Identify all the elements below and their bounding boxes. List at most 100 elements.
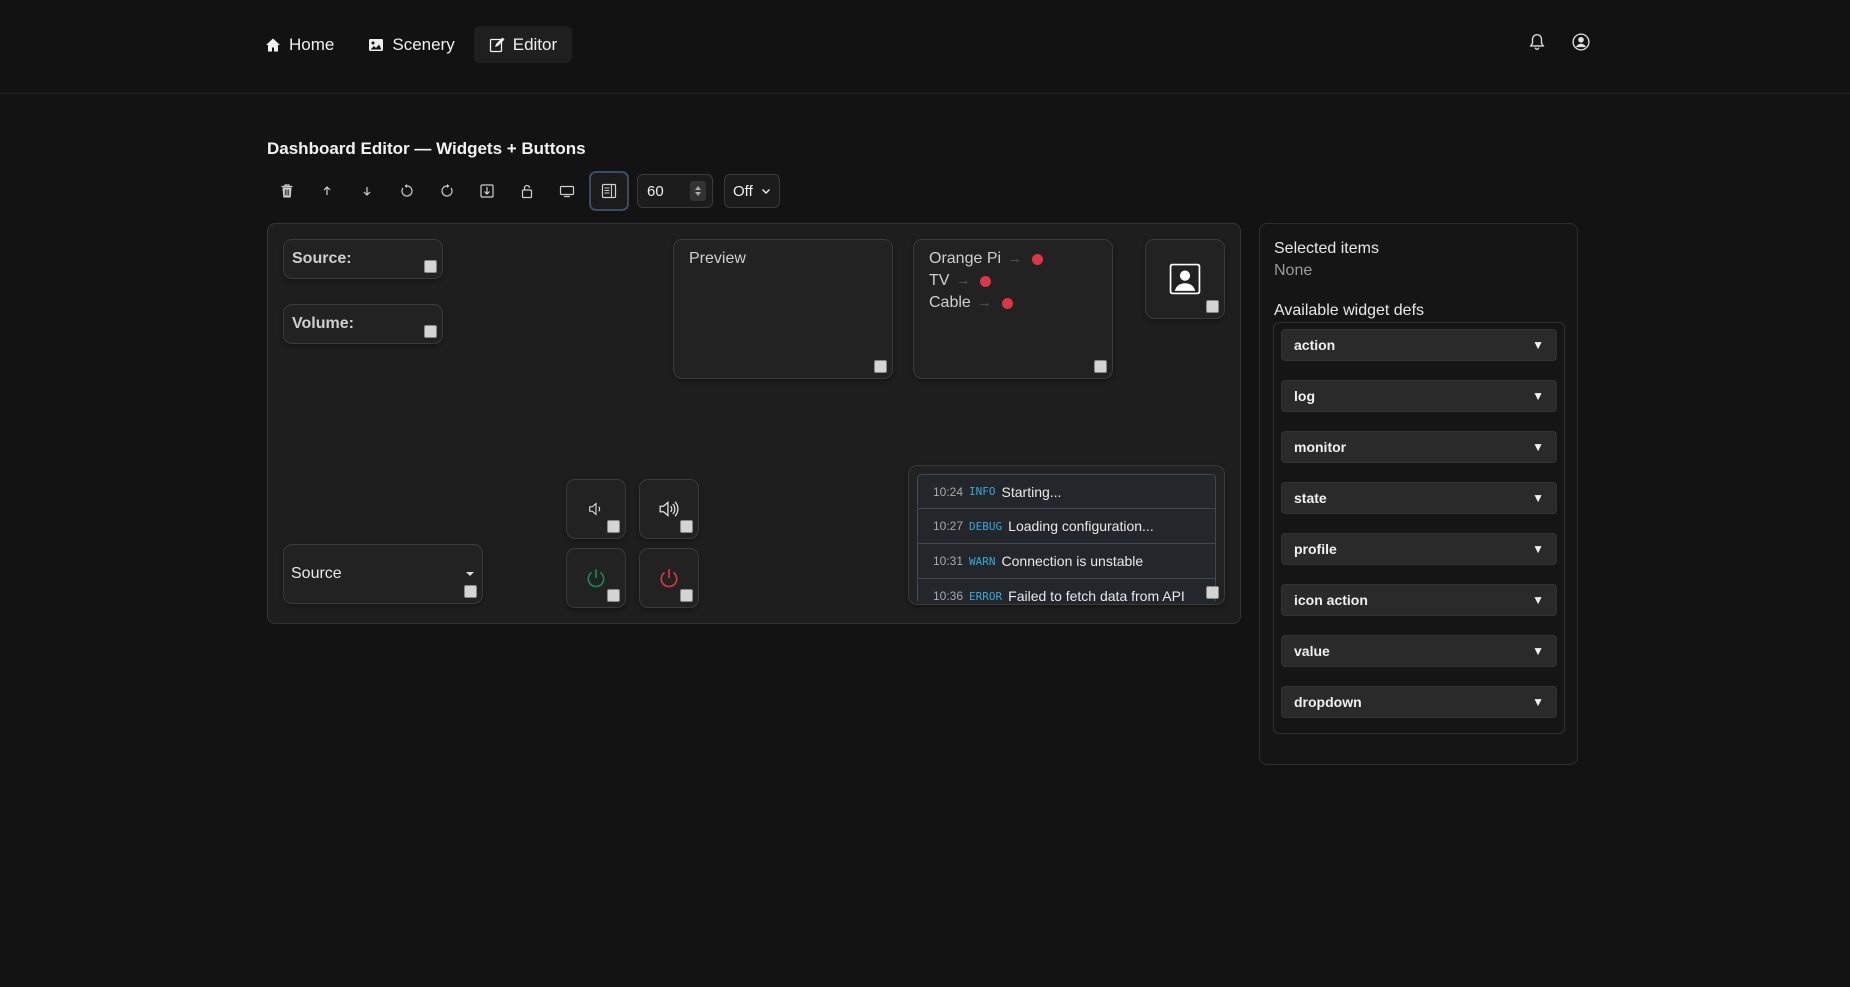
- arrow-right-icon: →: [1007, 250, 1023, 267]
- monitor-widget[interactable]: Orange Pi → TV → Cable →: [913, 239, 1113, 379]
- source-dropdown-widget[interactable]: Source: [283, 544, 483, 604]
- lock-icon: [521, 184, 533, 199]
- triangle-down-icon: ▼: [1532, 491, 1544, 505]
- route-item: Orange Pi →: [929, 248, 1044, 270]
- def-icon-action[interactable]: icon action ▼: [1281, 584, 1557, 616]
- triangle-down-icon: ▼: [1532, 338, 1544, 352]
- preview-title: Preview: [689, 250, 746, 267]
- undo-icon: [401, 184, 413, 197]
- log-entry: 10:27 DEBUG Loading configuration...: [917, 509, 1216, 544]
- resize-handle[interactable]: [607, 589, 620, 602]
- resize-handle[interactable]: [424, 260, 437, 273]
- nav-editor-label: Editor: [512, 34, 558, 54]
- log-message: Connection is unstable: [1001, 553, 1144, 569]
- def-label: action: [1294, 337, 1336, 353]
- def-value[interactable]: value ▼: [1281, 635, 1557, 667]
- volume-up-button[interactable]: [639, 479, 699, 539]
- def-action[interactable]: action ▼: [1281, 329, 1557, 361]
- nav-scenery-label: Scenery: [392, 34, 455, 54]
- def-monitor[interactable]: monitor ▼: [1281, 431, 1557, 463]
- resize-handle[interactable]: [1206, 300, 1219, 313]
- interval-value: 60: [647, 182, 664, 200]
- log-message: Loading configuration...: [1008, 518, 1154, 534]
- log-time: 10:27: [933, 519, 964, 533]
- selected-items-value: None: [1274, 262, 1313, 279]
- resize-handle[interactable]: [874, 360, 887, 373]
- power-on-button[interactable]: [566, 548, 626, 608]
- interval-input[interactable]: 60: [637, 174, 713, 208]
- volume-down-button[interactable]: [566, 479, 626, 539]
- source-label: Source:: [292, 250, 352, 267]
- move-down-button[interactable]: [347, 171, 387, 211]
- profile-widget[interactable]: [1145, 239, 1225, 319]
- save-button[interactable]: [467, 171, 507, 211]
- delete-button[interactable]: [267, 171, 307, 211]
- log-level: ERROR: [969, 589, 1003, 603]
- def-state[interactable]: state ▼: [1281, 482, 1557, 514]
- mode-select[interactable]: Off: [724, 174, 780, 208]
- arrow-right-icon: →: [955, 272, 971, 289]
- resize-handle[interactable]: [680, 520, 693, 533]
- caret-down-icon: [466, 572, 474, 576]
- resize-handle[interactable]: [424, 325, 437, 338]
- widget-defs-list: action ▼ log ▼ monitor ▼ state ▼ profile ▼ ic…: [1273, 322, 1565, 734]
- chevron-down-icon: [762, 189, 770, 194]
- preview-widget[interactable]: Preview: [673, 239, 893, 379]
- lock-button[interactable]: [507, 171, 547, 211]
- top-navbar: Home Scenery Editor: [0, 0, 1850, 94]
- spinner-icon[interactable]: [690, 181, 706, 201]
- image-icon: [369, 38, 384, 51]
- log-time: 10:31: [933, 554, 964, 568]
- resize-handle[interactable]: [464, 585, 477, 598]
- user-circle-icon[interactable]: [1572, 33, 1590, 51]
- arrow-right-icon: →: [976, 294, 992, 311]
- redo-icon: [441, 184, 453, 197]
- log-time: 10:24: [933, 484, 964, 499]
- layout-button[interactable]: [589, 171, 629, 211]
- nav-scenery[interactable]: Scenery: [353, 26, 469, 63]
- volume-widget[interactable]: Volume:: [283, 304, 443, 344]
- source-widget[interactable]: Source:: [283, 239, 443, 279]
- undo-button[interactable]: [387, 171, 427, 211]
- triangle-down-icon: ▼: [1532, 644, 1544, 658]
- def-log[interactable]: log ▼: [1281, 380, 1557, 412]
- triangle-down-icon: ▼: [1532, 440, 1544, 454]
- top-icons: [1528, 33, 1590, 51]
- resize-handle[interactable]: [1206, 586, 1219, 599]
- resize-handle[interactable]: [680, 589, 693, 602]
- status-dot: [1032, 253, 1044, 265]
- bell-icon[interactable]: [1528, 33, 1546, 51]
- editor-toolbar: 60 Off: [267, 171, 780, 211]
- display-button[interactable]: [547, 171, 587, 211]
- resize-handle[interactable]: [607, 520, 620, 533]
- move-up-button[interactable]: [307, 171, 347, 211]
- log-level: DEBUG: [969, 519, 1003, 533]
- log-list[interactable]: 10:24 INFO Starting... 10:27 DEBUG Loadi…: [917, 474, 1216, 604]
- arrow-down-icon: [363, 187, 371, 196]
- status-dot: [1001, 297, 1013, 309]
- nav-home[interactable]: Home: [250, 26, 349, 63]
- nav-home-label: Home: [289, 34, 335, 54]
- def-dropdown[interactable]: dropdown ▼: [1281, 686, 1557, 718]
- route-name: TV: [929, 272, 950, 289]
- log-entry: 10:36 ERROR Failed to fetch data from AP…: [917, 579, 1216, 604]
- log-message: Failed to fetch data from API: [1008, 588, 1185, 604]
- triangle-down-icon: ▼: [1532, 389, 1544, 403]
- source-dropdown[interactable]: Source: [291, 565, 342, 583]
- nav-editor[interactable]: Editor: [473, 26, 573, 63]
- layout-icon: [601, 183, 617, 199]
- def-profile[interactable]: profile ▼: [1281, 533, 1557, 565]
- widget-canvas[interactable]: Source: Volume: Preview Orange Pi → TV →…: [267, 223, 1241, 624]
- redo-button[interactable]: [427, 171, 467, 211]
- main-nav: Home Scenery Editor: [250, 26, 573, 63]
- trash-icon: [281, 184, 293, 198]
- resize-handle[interactable]: [1094, 360, 1107, 373]
- log-widget[interactable]: 10:24 INFO Starting... 10:27 DEBUG Loadi…: [908, 465, 1225, 605]
- route-name: Cable: [929, 294, 971, 311]
- arrow-up-icon: [323, 186, 331, 195]
- selected-items-label: Selected items: [1274, 240, 1379, 257]
- power-off-button[interactable]: [639, 548, 699, 608]
- available-defs-label: Available widget defs: [1274, 302, 1425, 319]
- mode-value: Off: [733, 182, 753, 200]
- log-message: Starting...: [1001, 483, 1062, 500]
